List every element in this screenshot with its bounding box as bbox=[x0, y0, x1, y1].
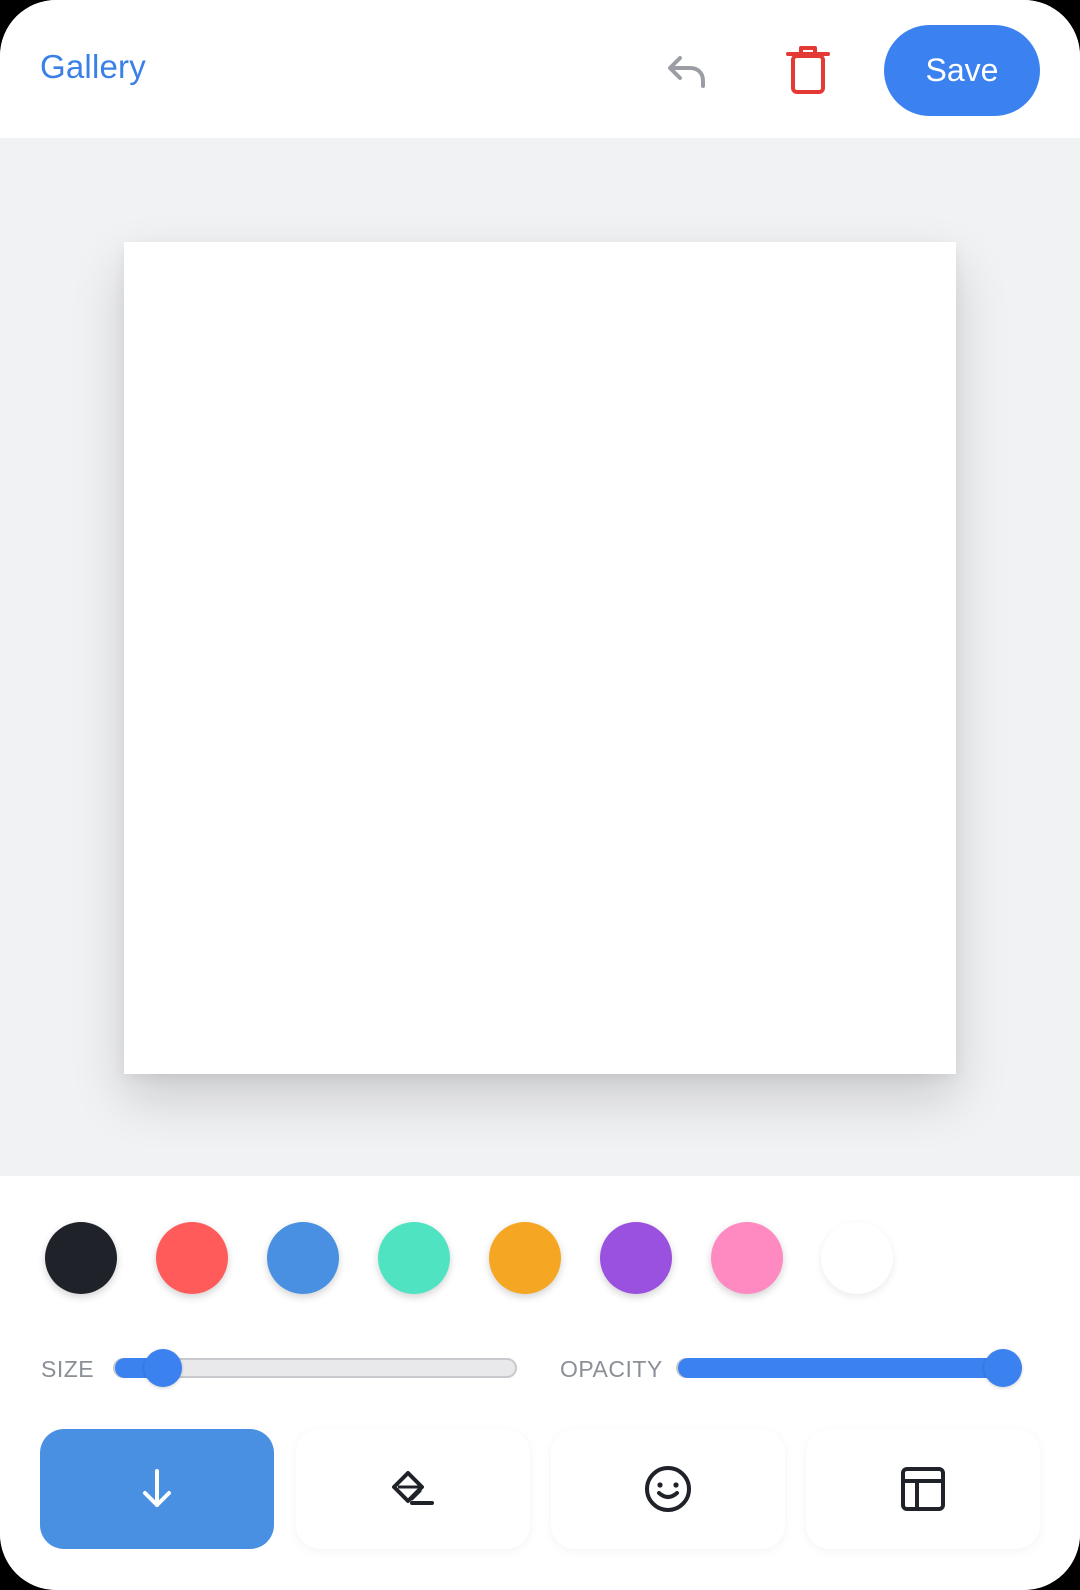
top-bar: Gallery Save bbox=[0, 0, 1080, 138]
opacity-slider-fill bbox=[678, 1358, 1020, 1378]
delete-button[interactable] bbox=[780, 42, 836, 98]
gallery-link[interactable]: Gallery bbox=[40, 48, 146, 86]
size-label: SIZE bbox=[41, 1356, 95, 1382]
app-screen: Gallery Save SIZE OPACITY bbox=[0, 0, 1080, 1590]
stickers-tool-button[interactable] bbox=[551, 1429, 785, 1549]
color-swatch-black[interactable] bbox=[45, 1222, 117, 1294]
color-swatch-orange[interactable] bbox=[489, 1222, 561, 1294]
size-slider-thumb[interactable] bbox=[144, 1349, 182, 1387]
opacity-label: OPACITY bbox=[560, 1356, 663, 1382]
templates-tool-button[interactable] bbox=[806, 1429, 1040, 1549]
opacity-slider-thumb[interactable] bbox=[984, 1349, 1022, 1387]
paint-bucket-icon bbox=[392, 1471, 434, 1505]
color-swatch-pink[interactable] bbox=[711, 1222, 783, 1294]
fill-tool-button[interactable] bbox=[296, 1429, 530, 1549]
layout-icon bbox=[901, 1467, 945, 1511]
trash-icon bbox=[786, 46, 830, 94]
color-swatch-white[interactable] bbox=[821, 1222, 893, 1294]
opacity-slider[interactable] bbox=[676, 1349, 1022, 1387]
undo-icon bbox=[668, 56, 705, 88]
undo-button[interactable] bbox=[658, 44, 714, 100]
drawing-canvas[interactable] bbox=[124, 242, 956, 1074]
smiley-icon bbox=[645, 1466, 691, 1512]
color-swatch-red[interactable] bbox=[156, 1222, 228, 1294]
tool-panel: SIZE OPACITY bbox=[0, 1176, 1080, 1590]
arrow-down-icon bbox=[143, 1469, 171, 1507]
color-swatch-teal[interactable] bbox=[378, 1222, 450, 1294]
color-swatch-purple[interactable] bbox=[600, 1222, 672, 1294]
size-slider[interactable] bbox=[113, 1349, 517, 1387]
save-button[interactable]: Save bbox=[884, 25, 1040, 116]
canvas-area bbox=[0, 138, 1080, 1176]
download-tool-button[interactable] bbox=[40, 1429, 274, 1549]
color-swatch-blue[interactable] bbox=[267, 1222, 339, 1294]
